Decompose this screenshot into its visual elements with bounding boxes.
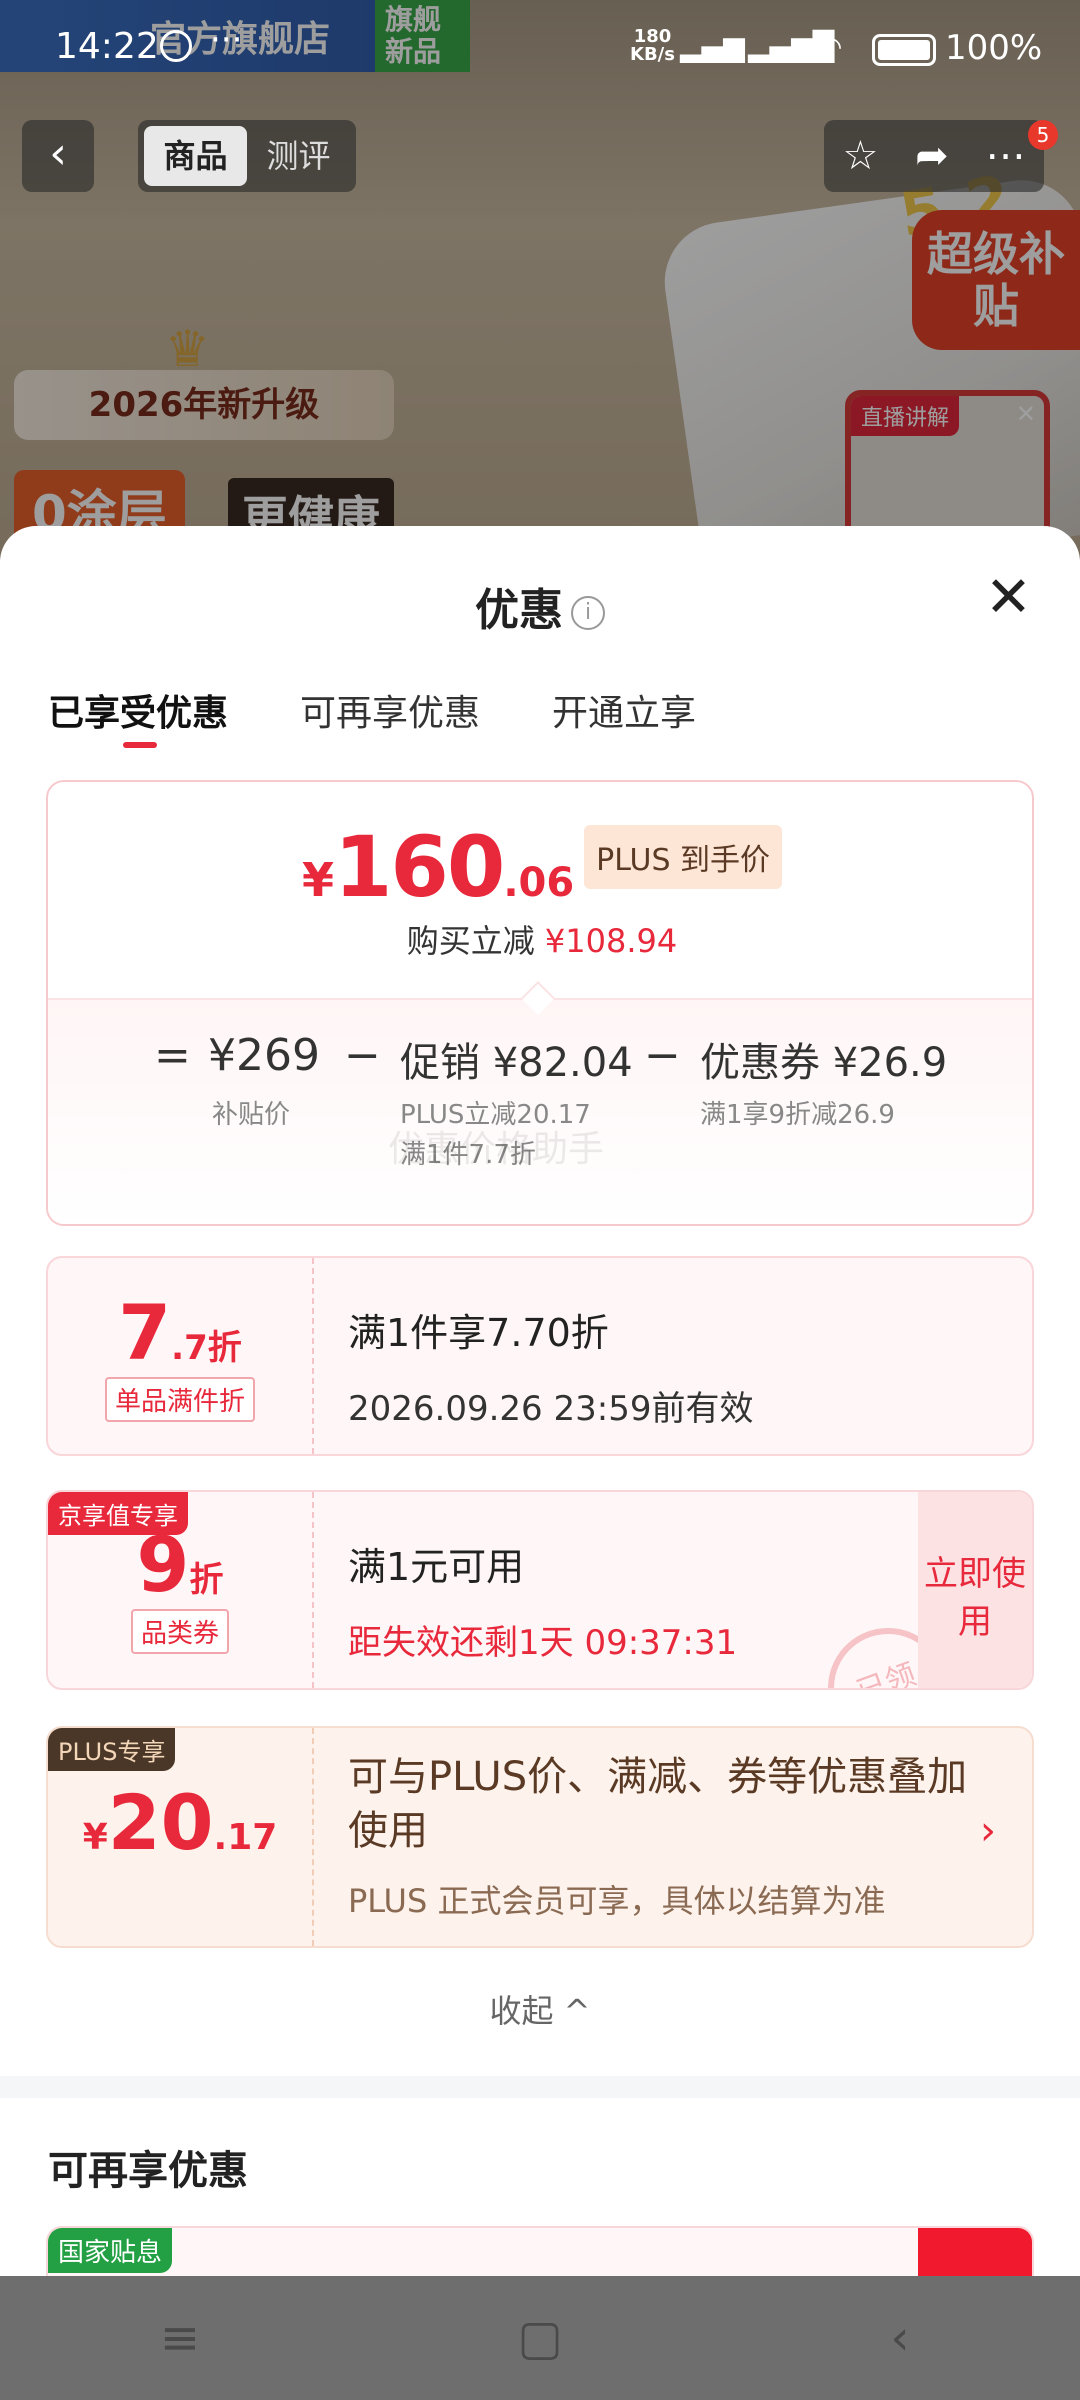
collapse-button[interactable]: 收起 ^ (0, 1986, 1080, 2032)
tab-more-available[interactable]: 可再享优惠 (300, 684, 480, 736)
back-button[interactable]: ‹ (22, 120, 94, 192)
final-price: ¥160.06 PLUS 到手价 (48, 818, 1032, 916)
system-nav-bar: ≡ ▢ ‹ (0, 2276, 1080, 2400)
coupon-card-discount[interactable]: 7.7折 单品满件折 满1件享7.70折 2026.09.26 23:59前有效 (46, 1256, 1034, 1456)
watermark: 优惠价格助手 (388, 1129, 605, 1170)
coupon-type-tag: 单品满件折 (104, 1377, 255, 1422)
national-subsidy-tag: 国家贴息 (48, 2228, 173, 2273)
active-tab-indicator (123, 742, 157, 748)
coupon-title: 满1件享7.70折 (348, 1311, 609, 1355)
instant-reduction: 购买立减 ¥108.94 (406, 922, 678, 960)
product-tabs: 商品 测评 (138, 120, 356, 192)
tab-review[interactable]: 测评 (247, 126, 350, 186)
share-icon[interactable]: ➦ (915, 133, 949, 179)
tab-product[interactable]: 商品 (144, 126, 247, 186)
chevron-right-icon[interactable]: › (980, 1808, 996, 1854)
more-dots-icon: ··· (210, 20, 243, 60)
top-actions: ☆ ➦ ⋯ (824, 120, 1044, 192)
coupon-amount: 优惠券 ¥26.9 (700, 1040, 948, 1086)
battery-percent: 100% (945, 28, 1043, 68)
minus-sign: − (344, 1030, 381, 1081)
plus-price-tag: PLUS 到手价 (584, 825, 783, 889)
plus-note: PLUS 正式会员可享，具体以结算为准 (348, 1882, 886, 1920)
menu-icon[interactable]: ≡ (120, 2310, 240, 2366)
card-action-block[interactable] (918, 2228, 1032, 2276)
info-icon[interactable]: i (571, 596, 605, 630)
signal-5g-icon: ▂▄▆ (680, 30, 745, 63)
plus-benefit-card[interactable]: PLUS专享 ¥20.17 可与PLUS价、满减、券等优惠叠加使用 PLUS 正… (46, 1726, 1034, 1948)
coupon-value: 9折 品类券 (48, 1492, 314, 1688)
minus-sign: − (644, 1030, 681, 1081)
status-bar: 14:22 ··· 180 KB/s ▂▄▆ ▂▄▆█ ◠ 100% (0, 0, 1080, 100)
net-speed: 180 KB/s (630, 26, 675, 65)
discount-tabs: 已享受优惠 可再享优惠 开通立享 (48, 684, 696, 736)
battery-icon (872, 34, 936, 66)
equals-sign: = (154, 1030, 191, 1081)
coupon-validity: 2026.09.26 23:59前有效 (348, 1389, 754, 1429)
coupon-value: 7.7折 单品满件折 (48, 1258, 314, 1454)
home-icon[interactable]: ▢ (480, 2310, 600, 2366)
coupon-countdown: 距失效还剩1天 09:37:31 (348, 1623, 738, 1663)
coupon-card-category[interactable]: 京享值专享 9折 品类券 满1元可用 距失效还剩1天 09:37:31 已领 立… (46, 1490, 1034, 1690)
wifi-icon: ◠ (818, 30, 843, 63)
sheet-title: 优惠 i (0, 574, 1080, 638)
coupon-type-tag: 品类券 (130, 1609, 229, 1654)
section-divider (0, 2076, 1080, 2098)
plus-title: 可与PLUS价、满减、券等优惠叠加使用 (348, 1754, 968, 1854)
more-discounts-title: 可再享优惠 (48, 2148, 248, 2194)
subsidy-price: ¥269 (208, 1030, 320, 1081)
back-nav-icon[interactable]: ‹ (840, 2310, 960, 2366)
more-badge: 5 (1028, 120, 1058, 150)
discount-sheet: 优惠 i ✕ 已享受优惠 可再享优惠 开通立享 ¥160.06 PLUS 到手价 购… (0, 526, 1080, 2276)
price-summary-card: ¥160.06 PLUS 到手价 购买立减 ¥108.94 = ¥269 补贴价 … (46, 780, 1034, 1226)
tab-enjoyed[interactable]: 已享受优惠 (48, 684, 228, 736)
coupon-title: 满1元可用 (348, 1545, 525, 1589)
price-breakdown: = ¥269 补贴价 − 促销 ¥82.04 PLUS立减20.17 满1件7.… (48, 998, 1032, 1224)
plus-value: ¥20.17 (48, 1728, 314, 1946)
subsidy-label: 补贴价 (212, 1100, 291, 1130)
more-icon[interactable]: ⋯ (986, 133, 1026, 179)
close-icon[interactable]: ✕ (985, 570, 1032, 626)
star-icon[interactable]: ☆ (842, 133, 878, 179)
use-now-button[interactable]: 立即使用 (918, 1492, 1032, 1688)
promo-amount: 促销 ¥82.04 (400, 1040, 633, 1086)
status-time: 14:22 (55, 26, 159, 67)
national-subsidy-card[interactable]: 国家贴息 (46, 2226, 1034, 2276)
tab-open-now[interactable]: 开通立享 (552, 684, 696, 736)
clock-icon (160, 30, 192, 62)
coupon-desc: 满1享9折减26.9 (700, 1100, 895, 1130)
